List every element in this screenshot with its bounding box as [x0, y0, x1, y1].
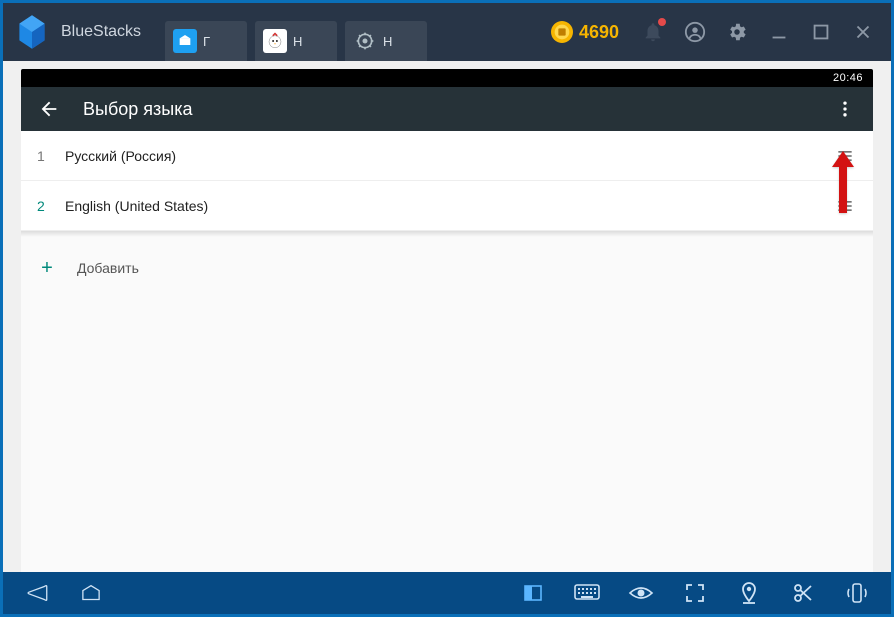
drag-handle-icon[interactable] — [833, 146, 857, 166]
language-row[interactable]: 1 Русский (Россия) — [21, 131, 873, 181]
language-index: 1 — [37, 148, 65, 164]
notification-dot-icon — [658, 18, 666, 26]
shake-button[interactable] — [837, 576, 877, 610]
brand-label: BlueStacks — [61, 23, 141, 41]
android-status-bar: 20:46 — [21, 69, 873, 87]
system-nav-bar — [3, 572, 891, 614]
settings-app-icon — [353, 29, 377, 53]
tab-label: Н — [383, 34, 392, 49]
keyboard-button[interactable] — [567, 576, 607, 610]
add-language-button[interactable]: + Добавить — [21, 243, 873, 293]
eye-button[interactable] — [621, 576, 661, 610]
coin-amount: 4690 — [579, 22, 619, 43]
nav-home-button[interactable] — [71, 576, 111, 610]
drag-handle-icon[interactable] — [833, 196, 857, 216]
nav-back-button[interactable] — [17, 576, 57, 610]
minimize-button[interactable] — [761, 14, 797, 50]
status-time: 20:46 — [833, 72, 863, 84]
language-list: 1 Русский (Россия) 2 English (United Sta… — [21, 131, 873, 572]
bluestacks-logo-icon — [11, 11, 53, 53]
maximize-button[interactable] — [803, 14, 839, 50]
add-language-label: Добавить — [77, 260, 139, 276]
coin-icon — [551, 21, 573, 43]
home-app-icon — [173, 29, 197, 53]
content-area: 20:46 Выбор языка 1 Русский (Россия) 2 E… — [3, 61, 891, 572]
language-name: Русский (Россия) — [65, 148, 833, 164]
language-index: 2 — [37, 198, 65, 214]
more-menu-button[interactable] — [831, 95, 859, 123]
tab-1[interactable]: Н — [255, 21, 337, 61]
settings-button[interactable] — [719, 14, 755, 50]
coin-balance[interactable]: 4690 — [551, 21, 619, 43]
app-window: BlueStacks Г Н Н 4690 — [0, 0, 894, 617]
tab-0[interactable]: Г — [165, 21, 247, 61]
scissors-button[interactable] — [783, 576, 823, 610]
language-name: English (United States) — [65, 198, 833, 214]
account-button[interactable] — [677, 14, 713, 50]
titlebar: BlueStacks Г Н Н 4690 — [3, 3, 891, 61]
plus-icon: + — [37, 257, 57, 280]
page-title: Выбор языка — [83, 99, 831, 120]
notifications-button[interactable] — [635, 14, 671, 50]
tab-2[interactable]: Н — [345, 21, 427, 61]
chicken-app-icon — [263, 29, 287, 53]
location-button[interactable] — [729, 576, 769, 610]
toggle-panel-button[interactable] — [513, 576, 553, 610]
close-button[interactable] — [845, 14, 881, 50]
back-button[interactable] — [35, 95, 63, 123]
app-bar: Выбор языка — [21, 87, 873, 131]
tab-label: Г — [203, 34, 210, 49]
fullscreen-button[interactable] — [675, 576, 715, 610]
language-row[interactable]: 2 English (United States) — [21, 181, 873, 231]
tab-label: Н — [293, 34, 302, 49]
